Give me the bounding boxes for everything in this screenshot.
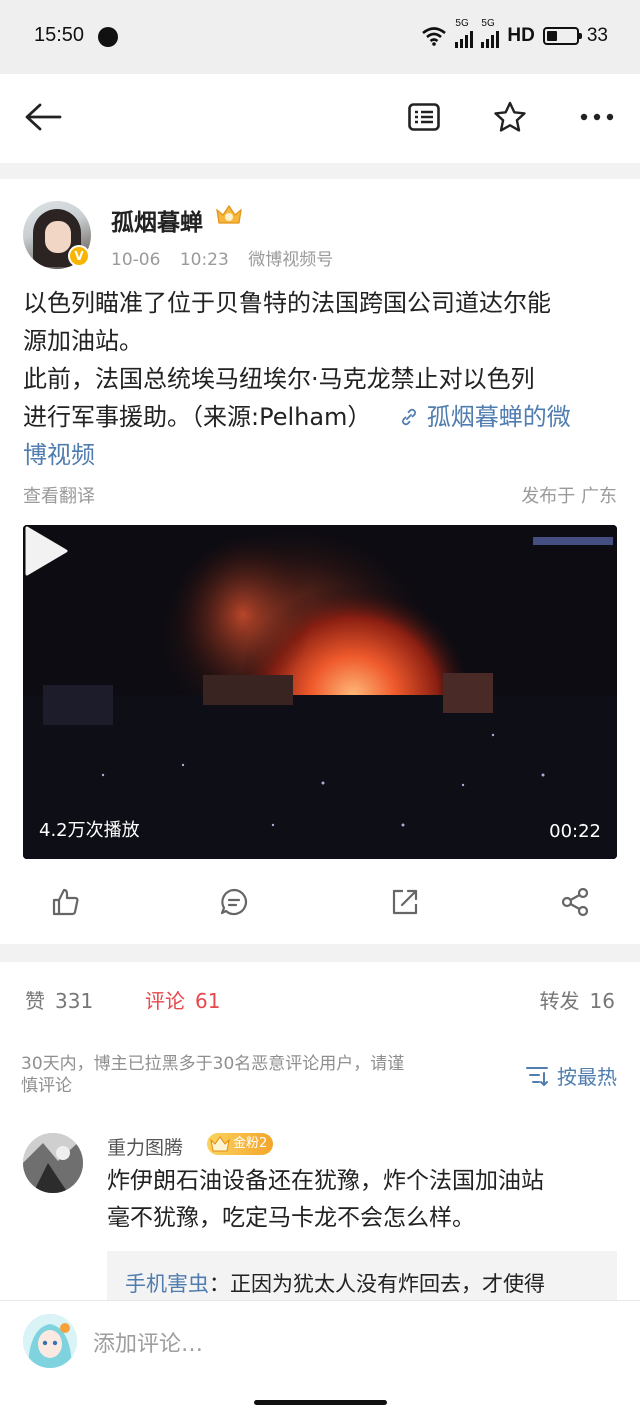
video-link-continued[interactable]: 博视频 [23, 436, 623, 474]
sort-button[interactable]: 按最热 [525, 1061, 617, 1090]
share-button[interactable] [557, 884, 593, 920]
comment-input[interactable]: 添加评论… [93, 1326, 203, 1358]
comment-text: 炸伊朗石油设备还在犹豫，炸个法国加油站 毫不犹豫，吃定马卡龙不会怎么样。 [107, 1163, 622, 1237]
like-button[interactable] [47, 884, 83, 920]
back-button[interactable] [20, 94, 66, 140]
comments-count: 61 [195, 989, 221, 1013]
favorite-button[interactable] [487, 94, 533, 140]
thumbs-up-icon [52, 888, 79, 916]
reposts-label: 转发 [539, 989, 580, 1013]
network-type-1: 5G [455, 18, 469, 29]
reposts-count: 16 [589, 989, 615, 1013]
sort-icon [526, 1066, 548, 1086]
tab-likes[interactable]: 赞 331 [25, 985, 93, 1014]
post-text-line-with-link: 进行军事援助。（来源:Pelham） 孤烟暮蝉的微 [23, 398, 623, 436]
commenter-name[interactable]: 重力图腾 [107, 1133, 183, 1160]
comment-text-line: 炸伊朗石油设备还在犹豫，炸个法国加油站 [107, 1168, 544, 1194]
status-time: 15:50 [34, 24, 85, 46]
likes-label: 赞 [25, 989, 45, 1013]
link-icon [402, 408, 417, 426]
comment-button[interactable] [216, 884, 252, 920]
my-avatar[interactable] [23, 1314, 77, 1368]
comments-label: 评论 [145, 989, 185, 1013]
post-text-line: 此前，法国总统埃马纽埃尔·马克龙禁止对以色列 [23, 365, 535, 393]
crown-badge-icon [210, 1136, 230, 1152]
fan-badge-label: 金粉2 [233, 1136, 268, 1151]
post-text-line: 源加油站。 [23, 327, 143, 355]
post-meta: 10-06 10:23 微博视频号 [111, 245, 347, 270]
commenter-avatar[interactable] [23, 1133, 83, 1193]
signal-icon [455, 30, 474, 48]
status-bar: 15:50 5G 5G HD 33 [0, 0, 640, 74]
my-avatar-image [23, 1314, 77, 1368]
network-type-2: 5G [481, 18, 495, 29]
crown-badge-icon [216, 204, 242, 224]
signal-icon-2 [481, 30, 500, 48]
section-divider [0, 944, 640, 962]
star-icon [494, 101, 526, 132]
arrow-left-icon [25, 103, 62, 131]
more-icon [580, 113, 614, 121]
author-name[interactable]: 孤烟暮蝉 [111, 203, 203, 237]
more-button[interactable] [574, 94, 620, 140]
verified-badge-icon: V [68, 245, 90, 267]
repost-button[interactable] [387, 884, 423, 920]
video-thumbnail [23, 525, 617, 859]
action-bar [0, 872, 640, 934]
section-divider [0, 163, 640, 179]
reply-line: 手机害虫：正因为犹太人没有炸回去，才使得 [125, 1268, 545, 1298]
video-link[interactable]: 孤烟暮蝉的微 [399, 403, 571, 431]
post-text: 以色列瞄准了位于贝鲁特的法国跨国公司道达尔能 源加油站。 此前，法国总统埃马纽埃… [23, 284, 623, 474]
post-source[interactable]: 微博视频号 [248, 250, 333, 270]
nav-bar [0, 74, 640, 160]
translate-link[interactable]: 查看翻译 [23, 482, 95, 508]
wifi-icon [422, 27, 447, 46]
reply-user[interactable]: 手机害虫 [125, 1272, 209, 1296]
sort-label: 按最热 [557, 1065, 617, 1089]
post-text-line: 进行军事援助。（来源:Pelham） [23, 403, 372, 431]
commenter-avatar-image [23, 1133, 83, 1193]
post-location: 发布于 广东 [521, 486, 617, 507]
notification-dot-icon [98, 27, 118, 47]
hd-indicator: HD [507, 25, 535, 46]
battery-icon [542, 27, 582, 45]
video-player[interactable]: 4.2万次播放 00:22 [23, 525, 617, 859]
reply-text: ：正因为犹太人没有炸回去，才使得 [209, 1272, 545, 1296]
battery-level: 33 [586, 25, 608, 46]
post-text-line: 以色列瞄准了位于贝鲁特的法国跨国公司道达尔能 [23, 289, 551, 317]
avatar-face [45, 221, 71, 253]
video-link-text: 孤烟暮蝉的微 [426, 403, 571, 431]
stats-tabs: 赞 331 评论 61 转发 16 [0, 985, 640, 1025]
fan-badge: 金粉2 [207, 1133, 274, 1155]
article-view-icon [408, 103, 440, 131]
repost-icon [392, 889, 418, 915]
share-icon [561, 887, 589, 917]
home-indicator[interactable] [254, 1400, 387, 1405]
comment-text-line: 毫不犹豫，吃定马卡龙不会怎么样。 [107, 1205, 475, 1231]
notice-line: 慎评论 [21, 1076, 72, 1096]
tab-reposts[interactable]: 转发 16 [540, 985, 615, 1014]
post-time: 10:23 [179, 250, 229, 270]
play-icon[interactable] [23, 525, 69, 577]
likes-count: 331 [55, 989, 94, 1013]
comment-notice: 30天内，博主已拉黑多于30名恶意评论用户，请谨 慎评论 [21, 1053, 481, 1097]
status-icons: 5G 5G HD 33 [421, 18, 608, 48]
reply-preview[interactable]: 手机害虫：正因为犹太人没有炸回去，才使得 [107, 1251, 617, 1301]
notice-line: 30天内，博主已拉黑多于30名恶意评论用户，请谨 [21, 1054, 405, 1074]
bottom-comment-bar: 添加评论… [0, 1300, 640, 1422]
tab-comments[interactable]: 评论 61 [145, 985, 220, 1014]
video-duration: 00:22 [549, 821, 601, 842]
comment-icon [220, 888, 248, 916]
post-date: 10-06 [111, 250, 161, 270]
video-view-count: 4.2万次播放 [39, 820, 140, 841]
article-view-button[interactable] [401, 94, 447, 140]
